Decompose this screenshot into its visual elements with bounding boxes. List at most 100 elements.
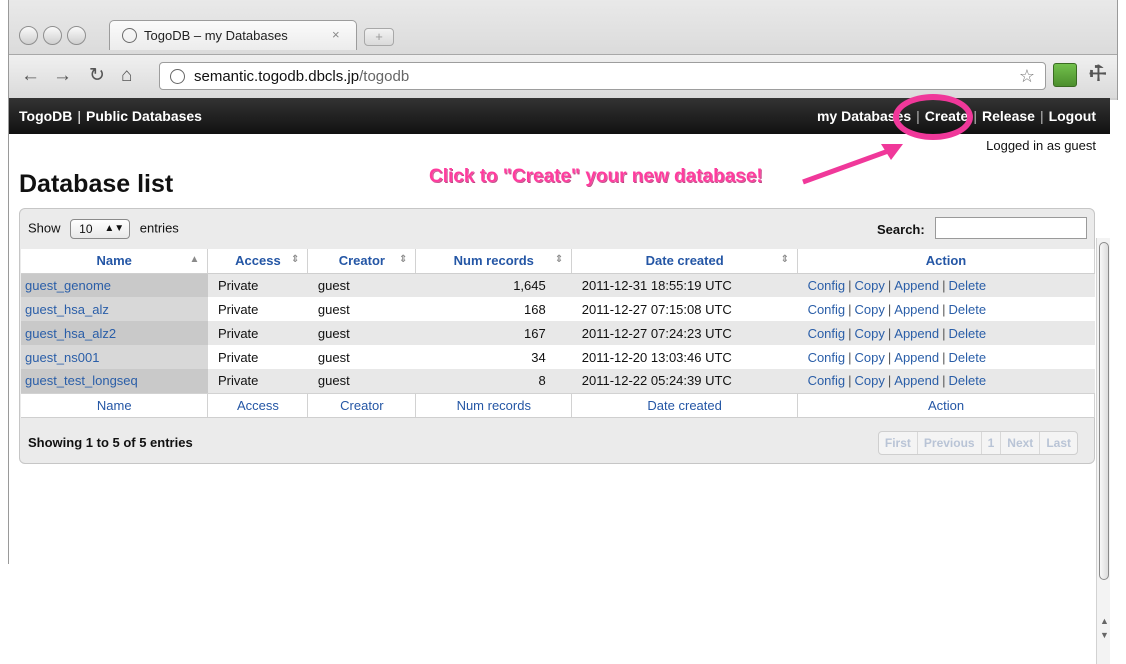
- copy-link[interactable]: Copy: [855, 326, 885, 341]
- config-link[interactable]: Config: [808, 278, 846, 293]
- forward-arrow-icon[interactable]: →: [53, 65, 72, 87]
- append-link[interactable]: Append: [894, 278, 939, 293]
- create-callout: Click to "Create" your new database!: [429, 166, 763, 187]
- vertical-scrollbar[interactable]: ▲ ▼: [1096, 238, 1110, 664]
- database-name-link[interactable]: guest_hsa_alz2: [21, 321, 208, 345]
- callout-arrow-icon: [802, 144, 903, 185]
- brand: TogoDB | Public Databases: [19, 108, 202, 124]
- database-name-link[interactable]: guest_hsa_alz: [21, 297, 208, 321]
- copy-link[interactable]: Copy: [855, 278, 885, 293]
- web-page: TogoDB | Public Databases my Databases | Cre…: [8, 94, 1110, 664]
- sort-both-icon: ⇕: [554, 254, 564, 265]
- pager-previous-button[interactable]: Previous: [918, 432, 982, 454]
- close-window-button[interactable]: [19, 26, 38, 45]
- nav-logout[interactable]: Logout: [1049, 108, 1096, 124]
- delete-link[interactable]: Delete: [949, 326, 987, 341]
- num-records-cell: 1,645: [415, 273, 572, 297]
- database-name-link[interactable]: guest_test_longseq: [21, 369, 208, 393]
- pager-page-1-button[interactable]: 1: [982, 432, 1002, 454]
- column-header-label: Num records: [453, 253, 534, 269]
- config-link[interactable]: Config: [808, 326, 846, 341]
- footer-name: Name: [21, 392, 209, 418]
- new-tab-button[interactable]: +: [364, 28, 394, 46]
- minimize-window-button[interactable]: [43, 26, 62, 45]
- action-separator: |: [887, 373, 892, 389]
- footer-date-created: Date created: [571, 392, 799, 418]
- column-header-num-records[interactable]: Num records ⇕: [415, 249, 573, 274]
- delete-link[interactable]: Delete: [949, 373, 987, 388]
- action-separator: |: [848, 373, 852, 389]
- public-databases-link[interactable]: Public Databases: [86, 108, 202, 124]
- action-separator: |: [942, 301, 946, 317]
- delete-link[interactable]: Delete: [949, 302, 987, 317]
- append-link[interactable]: Append: [894, 326, 939, 341]
- wrench-icon[interactable]: ⚒: [1083, 58, 1113, 88]
- entries-select[interactable]: 10 ▲▼: [70, 219, 131, 239]
- reload-icon[interactable]: ↻: [89, 65, 105, 87]
- table-row: guest_hsa_alz Private guest 168 2011-12-…: [21, 297, 1095, 321]
- column-header-label: Action: [925, 253, 967, 269]
- back-arrow-icon[interactable]: ←: [21, 65, 40, 87]
- table-row: guest_test_longseq Private guest 8 2011-…: [21, 369, 1095, 393]
- action-cell: Config | Copy | Append | Delete: [797, 369, 1095, 393]
- address-bar[interactable]: semantic.togodb.dbcls.jp/togodb ☆: [159, 62, 1046, 90]
- append-link[interactable]: Append: [894, 302, 939, 317]
- select-arrows-icon: ▲▼: [104, 223, 125, 234]
- creator-cell: guest: [307, 345, 416, 369]
- date-created-cell: 2011-12-22 05:24:39 UTC: [571, 369, 798, 393]
- pager-next-button[interactable]: Next: [1001, 432, 1041, 454]
- brand-link[interactable]: TogoDB: [19, 108, 72, 124]
- bookmark-star-icon[interactable]: ☆: [1019, 66, 1035, 87]
- config-link[interactable]: Config: [808, 302, 846, 317]
- date-created-cell: 2011-12-27 07:15:08 UTC: [571, 297, 798, 321]
- delete-link[interactable]: Delete: [949, 350, 987, 365]
- globe-icon: [170, 69, 185, 84]
- config-link[interactable]: Config: [808, 350, 846, 365]
- action-cell: Config | Copy | Append | Delete: [797, 321, 1095, 345]
- copy-link[interactable]: Copy: [855, 302, 885, 317]
- column-header-label: Creator: [338, 253, 385, 269]
- date-created-cell: 2011-12-27 07:24:23 UTC: [571, 321, 798, 345]
- delete-link[interactable]: Delete: [949, 278, 987, 293]
- pager-last-button[interactable]: Last: [1040, 432, 1077, 454]
- logged-in-status: Logged in as guest: [986, 138, 1096, 153]
- browser-tab[interactable]: TogoDB – my Databases ×: [109, 20, 357, 50]
- append-link[interactable]: Append: [894, 350, 939, 365]
- action-separator: |: [942, 349, 946, 365]
- copy-link[interactable]: Copy: [855, 373, 885, 388]
- action-separator: |: [848, 301, 852, 317]
- pager-first-button[interactable]: First: [879, 432, 918, 454]
- footer-access: Access: [207, 392, 309, 418]
- page-title: Database list: [19, 170, 174, 198]
- scroll-up-icon[interactable]: ▲: [1100, 616, 1109, 626]
- column-header-access[interactable]: Access ⇕: [207, 249, 309, 274]
- search-input[interactable]: [935, 217, 1087, 239]
- url-host: semantic.togodb.dbcls.jp: [194, 68, 360, 85]
- copy-link[interactable]: Copy: [855, 350, 885, 365]
- brand-separator: |: [77, 108, 82, 124]
- zoom-window-button[interactable]: [67, 26, 86, 45]
- creator-cell: guest: [307, 321, 416, 345]
- config-link[interactable]: Config: [808, 373, 846, 388]
- access-cell: Private: [207, 273, 308, 297]
- append-link[interactable]: Append: [894, 373, 939, 388]
- action-separator: |: [942, 277, 946, 293]
- table-row: guest_hsa_alz2 Private guest 167 2011-12…: [21, 321, 1095, 345]
- column-header-date-created[interactable]: Date created ⇕: [571, 249, 799, 274]
- database-table-panel: Show 10 ▲▼ entries Search: Name ▲ Access ⇕ …: [19, 208, 1095, 464]
- num-records-cell: 168: [415, 297, 572, 321]
- nav-release[interactable]: Release: [982, 108, 1035, 124]
- home-icon[interactable]: ⌂: [121, 65, 132, 87]
- database-name-link[interactable]: guest_genome: [21, 273, 208, 297]
- evernote-extension-icon[interactable]: [1053, 63, 1077, 87]
- access-cell: Private: [207, 369, 308, 393]
- column-header-name[interactable]: Name ▲: [21, 249, 209, 274]
- tab-close-icon[interactable]: ×: [332, 27, 340, 42]
- database-table: Name ▲ Access ⇕ Creator ⇕ Num records ⇕ Date…: [21, 249, 1095, 418]
- scroll-down-icon[interactable]: ▼: [1100, 630, 1109, 640]
- scrollbar-thumb[interactable]: [1099, 242, 1109, 580]
- database-name-link[interactable]: guest_ns001: [21, 345, 208, 369]
- create-highlight-ring: [893, 94, 973, 140]
- column-header-creator[interactable]: Creator ⇕: [307, 249, 417, 274]
- table-footer-row: Name Access Creator Num records Date cre…: [21, 392, 1095, 418]
